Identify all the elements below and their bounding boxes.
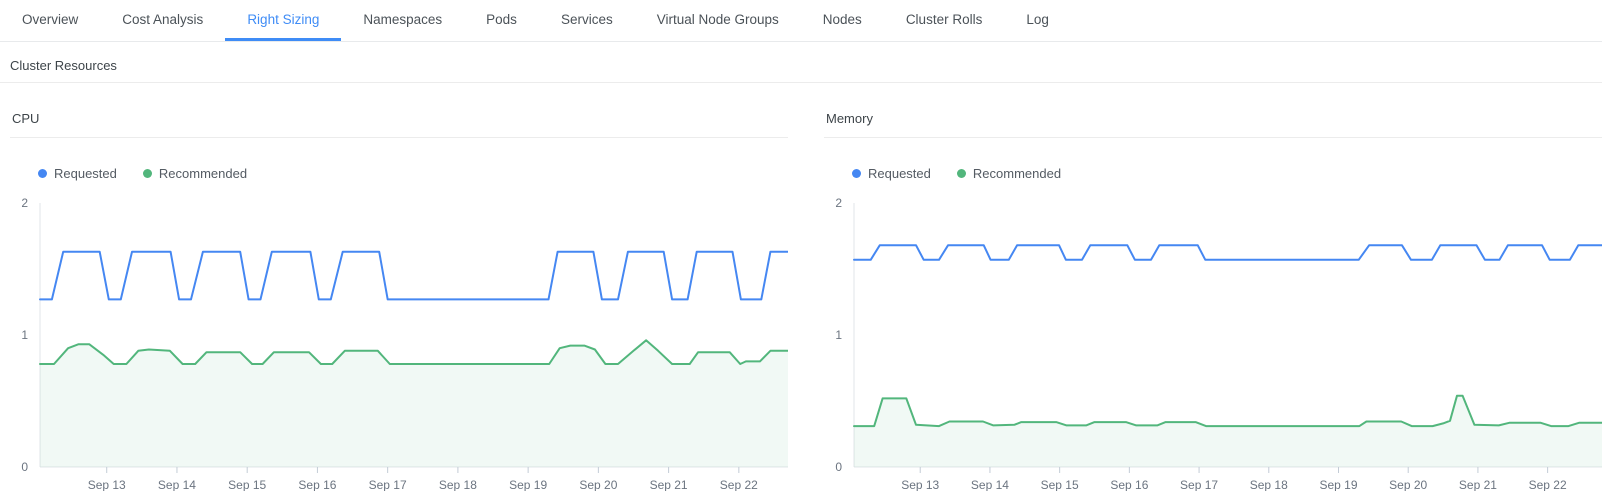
legend-dot-icon: [38, 169, 47, 178]
memory-recommended-line: [854, 396, 1602, 426]
tab-pods[interactable]: Pods: [464, 0, 539, 41]
memory-legend: Requested Recommended: [824, 166, 1602, 181]
memory-panel: Memory Requested Recommended 0 1 2 Sep 13 Sep 1…: [824, 105, 1602, 491]
cpu-requested-line: [40, 252, 788, 300]
cpu-legend-item-requested[interactable]: Requested: [38, 166, 117, 181]
legend-label: Requested: [868, 166, 931, 181]
legend-label: Requested: [54, 166, 117, 181]
x-tick-label: Sep 21: [650, 478, 688, 491]
x-tick-label: Sep 20: [579, 478, 617, 491]
x-tick-label: Sep 16: [298, 478, 336, 491]
x-tick-label: Sep 17: [1180, 478, 1218, 491]
memory-legend-item-requested[interactable]: Requested: [852, 166, 931, 181]
x-tick-label: Sep 19: [509, 478, 547, 491]
x-tick-label: Sep 18: [1250, 478, 1288, 491]
legend-dot-icon: [852, 169, 861, 178]
tab-overview[interactable]: Overview: [0, 0, 100, 41]
legend-dot-icon: [143, 169, 152, 178]
y-tick-label: 1: [21, 328, 28, 342]
y-tick-label: 2: [835, 196, 842, 210]
tab-nodes[interactable]: Nodes: [801, 0, 884, 41]
x-tick-label: Sep 13: [88, 478, 126, 491]
tab-virtual-node-groups[interactable]: Virtual Node Groups: [635, 0, 801, 41]
legend-label: Recommended: [973, 166, 1061, 181]
cpu-legend-item-recommended[interactable]: Recommended: [143, 166, 247, 181]
x-tick-label: Sep 17: [369, 478, 407, 491]
cpu-legend: Requested Recommended: [10, 166, 788, 181]
y-tick-label: 0: [21, 460, 28, 474]
memory-recommended-area: [854, 396, 1602, 467]
x-tick-label: Sep 22: [1529, 478, 1567, 491]
legend-dot-icon: [957, 169, 966, 178]
tab-cost-analysis[interactable]: Cost Analysis: [100, 0, 225, 41]
x-tick-label: Sep 18: [439, 478, 477, 491]
y-tick-label: 2: [21, 196, 28, 210]
x-tick-label: Sep 21: [1459, 478, 1497, 491]
x-tick-label: Sep 22: [720, 478, 758, 491]
legend-label: Recommended: [159, 166, 247, 181]
tab-bar: OverviewCost AnalysisRight SizingNamespa…: [0, 0, 1602, 42]
tab-services[interactable]: Services: [539, 0, 635, 41]
x-tick-label: Sep 15: [1041, 478, 1079, 491]
cpu-recommended-area: [40, 340, 788, 467]
y-tick-label: 0: [835, 460, 842, 474]
x-tick-label: Sep 13: [901, 478, 939, 491]
tab-namespaces[interactable]: Namespaces: [341, 0, 464, 41]
cpu-chart-title: CPU: [10, 105, 788, 138]
cpu-panel: CPU Requested Recommended 0 1 2 Sep 13 Sep 14 Se…: [10, 105, 788, 491]
memory-chart[interactable]: 0 1 2 Sep 13 Sep 14 Sep 15 Sep 16 Sep 17 Sep 18 S…: [824, 191, 1602, 491]
x-tick-label: Sep 19: [1319, 478, 1357, 491]
charts-row: CPU Requested Recommended 0 1 2 Sep 13 Sep 14 Se…: [0, 83, 1602, 491]
tab-cluster-rolls[interactable]: Cluster Rolls: [884, 0, 1005, 41]
tab-right-sizing[interactable]: Right Sizing: [225, 0, 341, 41]
section-heading: Cluster Resources: [0, 42, 1602, 83]
y-tick-label: 1: [835, 328, 842, 342]
x-tick-label: Sep 14: [158, 478, 196, 491]
cpu-chart[interactable]: 0 1 2 Sep 13 Sep 14 Sep 15 Sep 16 Sep 17 Sep 18 S…: [10, 191, 788, 491]
x-tick-label: Sep 15: [228, 478, 266, 491]
x-tick-label: Sep 14: [971, 478, 1009, 491]
x-tick-label: Sep 20: [1389, 478, 1427, 491]
memory-chart-title: Memory: [824, 105, 1602, 138]
memory-legend-item-recommended[interactable]: Recommended: [957, 166, 1061, 181]
memory-requested-line: [854, 245, 1602, 260]
x-tick-label: Sep 16: [1110, 478, 1148, 491]
tab-log[interactable]: Log: [1004, 0, 1071, 41]
